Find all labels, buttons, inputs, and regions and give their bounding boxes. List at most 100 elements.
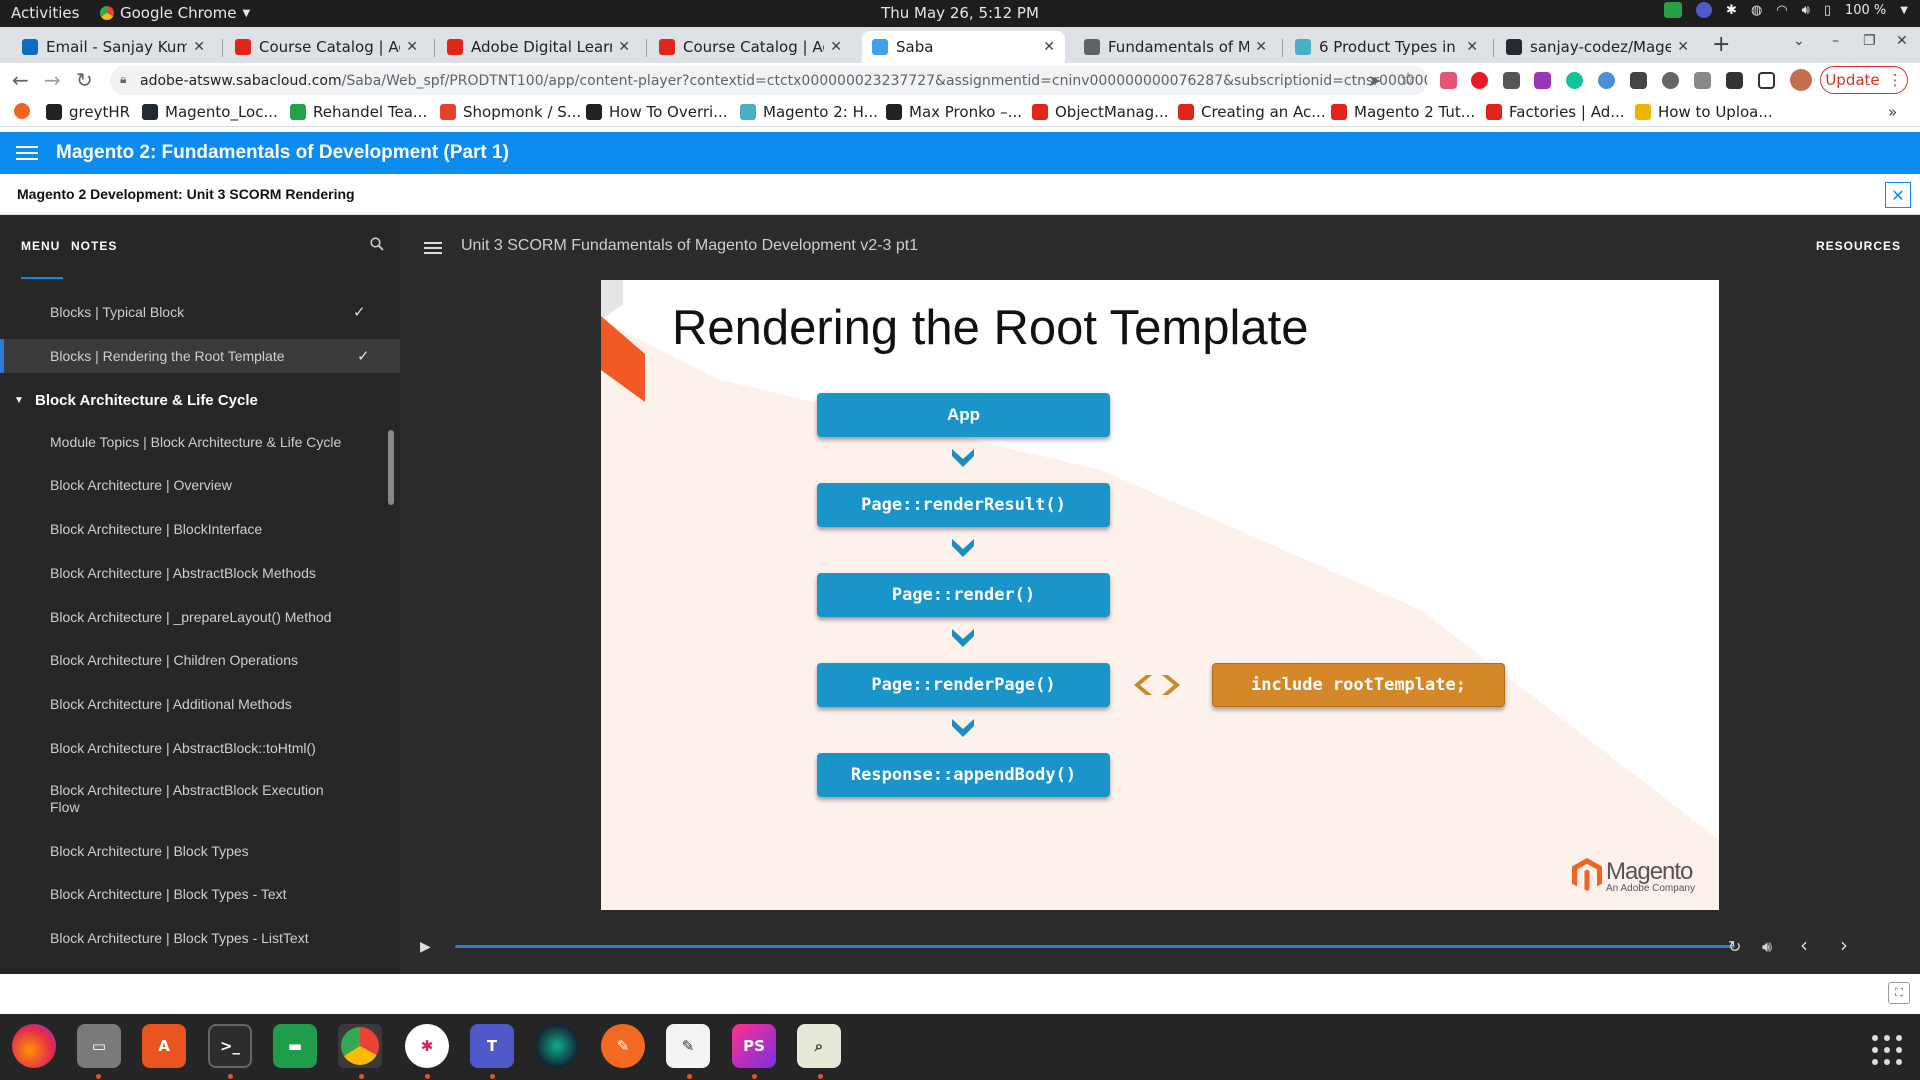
tab-notes[interactable]: NOTES — [71, 239, 117, 253]
bookmark-item[interactable]: Factories | Ad... — [1486, 103, 1625, 121]
sidebar-item[interactable]: Block Architecture | _prepareLayout() Me… — [0, 604, 400, 632]
bookmark-item[interactable]: How To Overri... — [586, 103, 728, 121]
tab-search-icon[interactable]: ⌄ — [1793, 33, 1805, 49]
resources-button[interactable]: RESOURCES — [1816, 239, 1901, 253]
fullscreen-icon[interactable]: ⛶ — [1888, 982, 1910, 1004]
sidebar-section-header[interactable]: ▼ Block Architecture & Life Cycle — [0, 387, 400, 415]
bookmark-item[interactable]: Magento 2 Tut... — [1331, 103, 1475, 121]
search-icon[interactable] — [370, 237, 384, 255]
chat-icon[interactable]: ▬ — [273, 1024, 317, 1068]
reload-button[interactable]: ↻ — [76, 68, 93, 92]
close-tab-icon[interactable]: ✕ — [1255, 39, 1267, 55]
tab-6[interactable]: Fundamentals of Mag ✕ — [1074, 31, 1277, 63]
sidebar-item[interactable]: Block Architecture | Block Types — [0, 838, 400, 866]
close-tab-icon[interactable]: ✕ — [1043, 39, 1055, 55]
terminal-icon[interactable]: >_ — [208, 1024, 252, 1068]
menu-icon[interactable] — [16, 142, 38, 164]
maximize-button[interactable]: ❐ — [1863, 33, 1876, 49]
firefox-icon[interactable] — [12, 1024, 56, 1068]
sidebar-item[interactable]: Block Architecture | AbstractBlock Execu… — [0, 777, 400, 819]
play-icon[interactable]: ▶ — [420, 939, 431, 955]
extension-icon[interactable] — [1630, 72, 1647, 89]
tab-menu[interactable]: MENU — [21, 239, 60, 253]
side-panel-icon[interactable] — [1758, 72, 1775, 89]
bookmark-item[interactable]: Creating an Ac... — [1178, 103, 1326, 121]
close-tab-icon[interactable]: ✕ — [406, 39, 418, 55]
sidebar-item[interactable]: Blocks | Typical Block ✓ — [0, 295, 400, 329]
sidebar-item[interactable]: Block Architecture | Children Operations — [0, 647, 400, 675]
sidebar-item[interactable]: Block Architecture | Block Types - Text — [0, 881, 400, 909]
close-tab-icon[interactable]: ✕ — [830, 39, 842, 55]
bookmark-item[interactable]: How to Uploa... — [1635, 103, 1773, 121]
sidebar-item[interactable]: Blocks | Rendering the Root Template ✓ — [0, 339, 400, 373]
more-bookmarks-icon[interactable]: » — [1888, 103, 1897, 121]
puzzle-icon[interactable] — [1726, 72, 1743, 89]
extension-icon[interactable] — [1598, 72, 1615, 89]
extension-icon[interactable] — [1503, 72, 1520, 89]
extension-icon[interactable] — [1440, 72, 1457, 89]
sidebar-item[interactable]: Block Architecture | AbstractBlock Metho… — [0, 560, 400, 588]
sidebar-scrollbar[interactable] — [388, 430, 394, 505]
slack-icon[interactable]: ✱ — [405, 1024, 449, 1068]
sidebar-item[interactable]: Block Architecture | BlockInterface — [0, 516, 400, 544]
bookmark-item[interactable]: greytHR — [46, 103, 130, 121]
activities-button[interactable]: Activities — [11, 4, 79, 22]
app-menu[interactable]: Google Chrome ▼ — [100, 4, 250, 22]
previous-slide-icon[interactable]: ‹ — [1800, 933, 1808, 957]
minimize-button[interactable]: – — [1832, 33, 1839, 49]
extension-icon[interactable] — [1694, 72, 1711, 89]
camera-icon[interactable] — [535, 1024, 579, 1068]
bookmark-item[interactable]: Magento_Loc... — [142, 103, 278, 121]
magento-icon[interactable] — [14, 103, 30, 119]
close-button[interactable]: ✕ — [1885, 182, 1911, 208]
volume-icon[interactable]: 🔊︎ — [1762, 937, 1772, 957]
sidebar-item[interactable]: Block Architecture | Block Types - ListT… — [0, 925, 400, 953]
tab-4[interactable]: Course Catalog | Adob ✕ — [649, 31, 852, 63]
pen-icon[interactable]: ✎ — [601, 1024, 645, 1068]
close-window-button[interactable]: ✕ — [1896, 33, 1908, 49]
files-icon[interactable]: ▭ — [77, 1024, 121, 1068]
show-applications-icon[interactable] — [1872, 1035, 1902, 1065]
tab-5[interactable]: Saba ✕ — [862, 31, 1065, 63]
bookmark-item[interactable]: Shopmonk / S... — [440, 103, 581, 121]
close-tab-icon[interactable]: ✕ — [1466, 39, 1478, 55]
phpstorm-icon[interactable]: PS — [732, 1024, 776, 1068]
close-tab-icon[interactable]: ✕ — [193, 39, 205, 55]
tab-2[interactable]: Course Catalog | Adob ✕ — [225, 31, 428, 63]
back-button[interactable]: ← — [12, 68, 29, 92]
close-tab-icon[interactable]: ✕ — [618, 39, 630, 55]
bookmark-star-icon[interactable]: ☆ — [1400, 69, 1416, 90]
sidebar-item[interactable]: Block Architecture | Additional Methods — [0, 691, 400, 719]
bookmark-item[interactable]: ObjectManag... — [1032, 103, 1169, 121]
sidebar-item[interactable]: Block Architecture | Overview — [0, 472, 400, 500]
tab-7[interactable]: 6 Product Types in Ma ✕ — [1285, 31, 1488, 63]
close-tab-icon[interactable]: ✕ — [1677, 39, 1689, 55]
system-tray[interactable]: ✱ ◍ ◠ 🔊︎ ▯ 100 % ▼ — [1664, 2, 1908, 18]
bookmark-item[interactable]: Magento 2: H... — [740, 103, 878, 121]
avatar[interactable] — [1790, 69, 1812, 91]
tab-8[interactable]: sanjay-codez/Magent ✕ — [1496, 31, 1699, 63]
teams-icon[interactable]: T — [470, 1024, 514, 1068]
send-tab-icon[interactable]: ➤ — [1368, 71, 1381, 90]
sidebar-item[interactable]: Module Topics | Block Architecture & Lif… — [0, 429, 400, 457]
sidebar-item[interactable]: Block Architecture | AbstractBlock::toHt… — [0, 735, 400, 763]
forward-button[interactable]: → — [44, 68, 61, 92]
gear-icon[interactable] — [1662, 72, 1679, 89]
tab-3[interactable]: Adobe Digital Learnin ✕ — [437, 31, 640, 63]
next-slide-icon[interactable]: › — [1840, 933, 1848, 957]
update-button[interactable]: Update ⋮ — [1820, 66, 1908, 94]
clock[interactable]: Thu May 26, 5:12 PM — [881, 4, 1039, 22]
software-center-icon[interactable]: A — [142, 1024, 186, 1068]
progress-bar[interactable] — [455, 945, 1735, 948]
address-bar[interactable]: 🔒︎ adobe-atsww.sabacloud.com/Saba/Web_sp… — [110, 66, 1428, 95]
adblock-icon[interactable] — [1471, 72, 1488, 89]
bookmark-item[interactable]: Max Pronko –... — [886, 103, 1022, 121]
grammarly-icon[interactable] — [1566, 72, 1583, 89]
text-editor-icon[interactable]: ✎ — [666, 1024, 710, 1068]
new-tab-button[interactable]: + — [1712, 32, 1730, 57]
tab-1[interactable]: Email - Sanjay Kumar | ✕ — [12, 31, 215, 63]
extension-icon[interactable] — [1534, 72, 1551, 89]
chrome-icon[interactable] — [338, 1024, 382, 1068]
toc-menu-icon[interactable] — [424, 239, 442, 257]
document-viewer-icon[interactable]: ⌕ — [797, 1024, 841, 1068]
